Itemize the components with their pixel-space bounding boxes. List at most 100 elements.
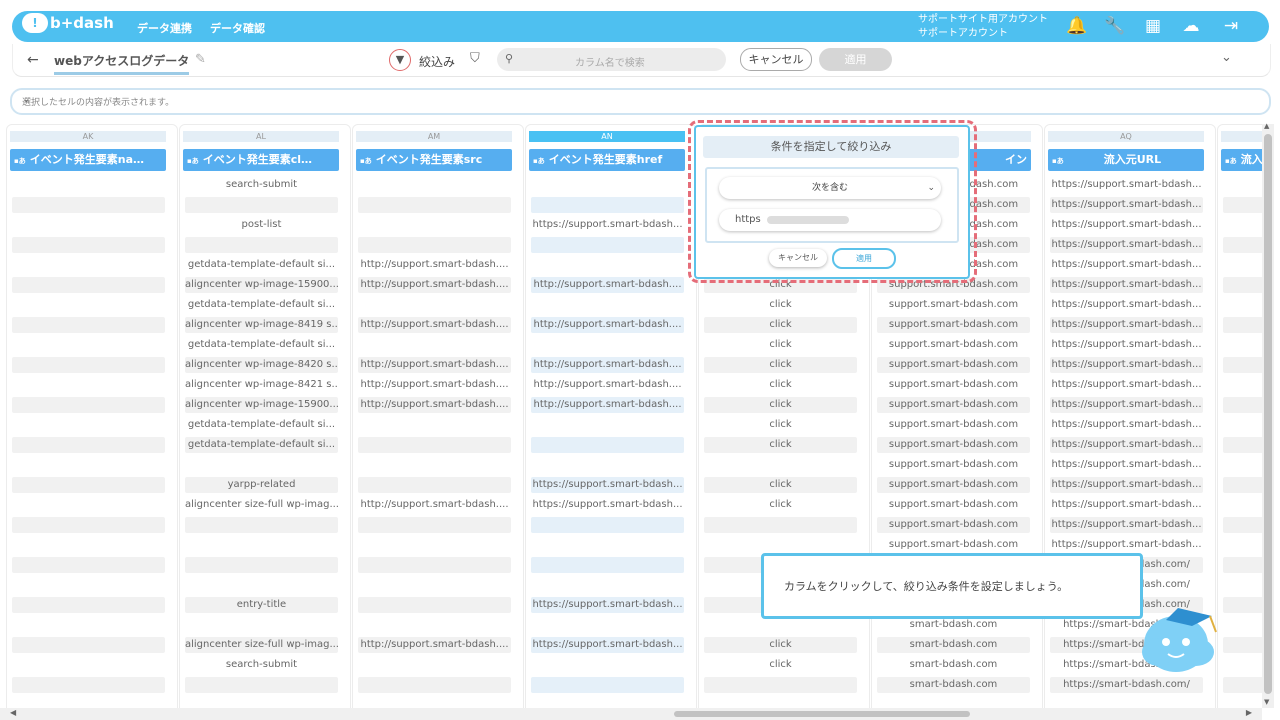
table-cell[interactable]: click xyxy=(704,397,857,413)
table-cell[interactable] xyxy=(12,197,165,213)
table-cell[interactable]: http://support.smart-bdash.... xyxy=(358,317,511,333)
scroll-left-icon[interactable]: ◀ xyxy=(10,708,16,717)
table-cell[interactable]: http://support.smart-bdash.... xyxy=(531,357,684,373)
table-cell[interactable] xyxy=(704,617,857,633)
table-cell[interactable]: click xyxy=(704,357,857,373)
bell-icon[interactable]: 🔔 xyxy=(1066,15,1088,37)
table-cell[interactable]: support.smart-bdash.com xyxy=(877,537,1030,553)
table-cell[interactable]: http: xyxy=(1223,557,1262,573)
column-header[interactable]: ▪あ 流入元URL xyxy=(1048,149,1204,171)
table-cell[interactable]: smart-bdash.com xyxy=(877,637,1030,653)
table-cell[interactable]: http: xyxy=(1223,617,1262,633)
table-cell[interactable] xyxy=(531,537,684,553)
table-cell[interactable]: aligncenter wp-image-8420 s... xyxy=(185,357,338,373)
apply-button[interactable]: 適用 xyxy=(819,48,892,71)
table-cell[interactable] xyxy=(358,457,511,473)
search-input[interactable]: ⚲ カラム名で検索 xyxy=(497,48,726,71)
nav-data-check[interactable]: データ確認 xyxy=(210,20,265,36)
horizontal-scrollbar[interactable]: ◀ ▶ xyxy=(0,708,1262,720)
table-cell[interactable] xyxy=(704,677,857,693)
table-cell[interactable]: smart-bdash.com xyxy=(877,677,1030,693)
table-cell[interactable]: support.smart-bdash.com xyxy=(877,357,1030,373)
table-cell[interactable]: click xyxy=(704,637,857,653)
table-cell[interactable] xyxy=(12,357,165,373)
table-cell[interactable] xyxy=(531,517,684,533)
table-cell[interactable] xyxy=(185,577,338,593)
chevron-down-icon[interactable]: ⌄ xyxy=(22,94,1257,105)
pencil-icon[interactable]: ✎ xyxy=(195,52,206,67)
account-info[interactable]: サポートサイト用アカウント サポートアカウント xyxy=(918,13,1048,41)
table-cell[interactable]: support.smart-bdash.com xyxy=(877,337,1030,353)
table-cell[interactable]: https://support.smart-bdash... xyxy=(1050,217,1203,233)
table-cell[interactable] xyxy=(185,537,338,553)
table-cell[interactable] xyxy=(185,677,338,693)
table-cell[interactable]: http: xyxy=(1223,577,1262,593)
table-cell[interactable]: post-list xyxy=(185,217,338,233)
table-cell[interactable]: support.smart-bdash.com xyxy=(877,457,1030,473)
table-cell[interactable] xyxy=(358,237,511,253)
table-cell[interactable]: https:/ xyxy=(1223,357,1262,373)
support-icon[interactable]: ☁ xyxy=(1180,15,1202,37)
table-cell[interactable] xyxy=(704,517,857,533)
table-cell[interactable]: support.smart-bdash.com xyxy=(877,417,1030,433)
table-cell[interactable]: https://support.smart-bdash... xyxy=(531,597,684,613)
table-cell[interactable] xyxy=(531,437,684,453)
table-cell[interactable] xyxy=(185,557,338,573)
table-cell[interactable] xyxy=(531,577,684,593)
table-cell[interactable] xyxy=(358,677,511,693)
table-cell[interactable]: http://support.smart-bdash.... xyxy=(358,637,511,653)
table-cell[interactable]: getdata-template-default si... xyxy=(185,437,338,453)
table-cell[interactable]: http://support.smart-bdash.... xyxy=(531,377,684,393)
column-am[interactable]: AM ▪あ イベント発生要素src http://support.smart-bd… xyxy=(352,124,524,710)
page-title[interactable]: webアクセスログデータ xyxy=(54,52,190,75)
condition-select[interactable]: 次を含む ⌄ xyxy=(719,177,941,199)
filter-value-input[interactable]: https xyxy=(719,209,941,231)
table-cell[interactable]: click xyxy=(704,377,857,393)
table-cell[interactable]: https://support.smart-bdash... xyxy=(1050,257,1203,273)
table-cell[interactable] xyxy=(358,177,511,193)
table-cell[interactable]: https://support.smart-bdash... xyxy=(1050,397,1203,413)
table-cell[interactable]: http: xyxy=(1223,597,1262,613)
table-cell[interactable]: https://support.smart-bdash... xyxy=(531,217,684,233)
table-cell[interactable]: click xyxy=(704,297,857,313)
table-cell[interactable]: aligncenter wp-image-8421 s... xyxy=(185,377,338,393)
table-cell[interactable] xyxy=(358,297,511,313)
table-cell[interactable]: support.smart-bdash.com xyxy=(877,297,1030,313)
table-cell[interactable]: http://support.smart-bdash.... xyxy=(358,257,511,273)
table-cell[interactable] xyxy=(531,617,684,633)
table-cell[interactable] xyxy=(358,657,511,673)
scroll-up-icon[interactable]: ▲ xyxy=(1264,122,1269,130)
table-cell[interactable]: https://support.smart-bdash... xyxy=(1050,197,1203,213)
chevron-down-icon[interactable]: ⌄ xyxy=(1221,50,1232,65)
table-cell[interactable] xyxy=(12,517,165,533)
table-cell[interactable]: search-submit xyxy=(185,657,338,673)
table-cell[interactable] xyxy=(358,517,511,533)
cell-content-bar[interactable]: 選択したセルの内容が表示されます。 ⌄ xyxy=(10,88,1271,115)
table-cell[interactable] xyxy=(12,277,165,293)
table-cell[interactable] xyxy=(358,577,511,593)
column-header[interactable]: ▪あ イベント発生要素cl… xyxy=(183,149,339,171)
table-cell[interactable]: click xyxy=(704,317,857,333)
table-cell[interactable]: getdata-template-default si... xyxy=(185,257,338,273)
table-cell[interactable]: smart-bdash.com xyxy=(877,617,1030,633)
table-cell[interactable]: support.smart-bdash.com xyxy=(877,317,1030,333)
table-cell[interactable]: yarpp-related xyxy=(185,477,338,493)
scrollbar-thumb[interactable] xyxy=(674,711,970,717)
table-cell[interactable] xyxy=(531,417,684,433)
table-cell[interactable]: click xyxy=(704,497,857,513)
table-cell[interactable]: click xyxy=(704,437,857,453)
vertical-scrollbar[interactable]: ▲ ▼ xyxy=(1262,122,1274,708)
table-cell[interactable]: https://support.smart-bdash... xyxy=(1050,517,1203,533)
table-cell[interactable]: getdata-template-default si... xyxy=(185,417,338,433)
table-cell[interactable] xyxy=(358,437,511,453)
column-header[interactable]: ▪あ イベント発生要素src xyxy=(356,149,512,171)
column-an[interactable]: AN ▪あ イベント発生要素href https://support.smart-… xyxy=(525,124,697,710)
table-cell[interactable]: https:/ xyxy=(1223,337,1262,353)
table-cell[interactable] xyxy=(531,197,684,213)
table-cell[interactable]: smart-bdash.com xyxy=(877,657,1030,673)
wrench-icon[interactable]: 🔧 xyxy=(1104,15,1126,37)
table-cell[interactable]: https://support.smart-bdash... xyxy=(1050,537,1203,553)
table-cell[interactable]: https://support.smart-bdash... xyxy=(531,477,684,493)
table-cell[interactable] xyxy=(704,537,857,553)
table-cell[interactable] xyxy=(185,457,338,473)
